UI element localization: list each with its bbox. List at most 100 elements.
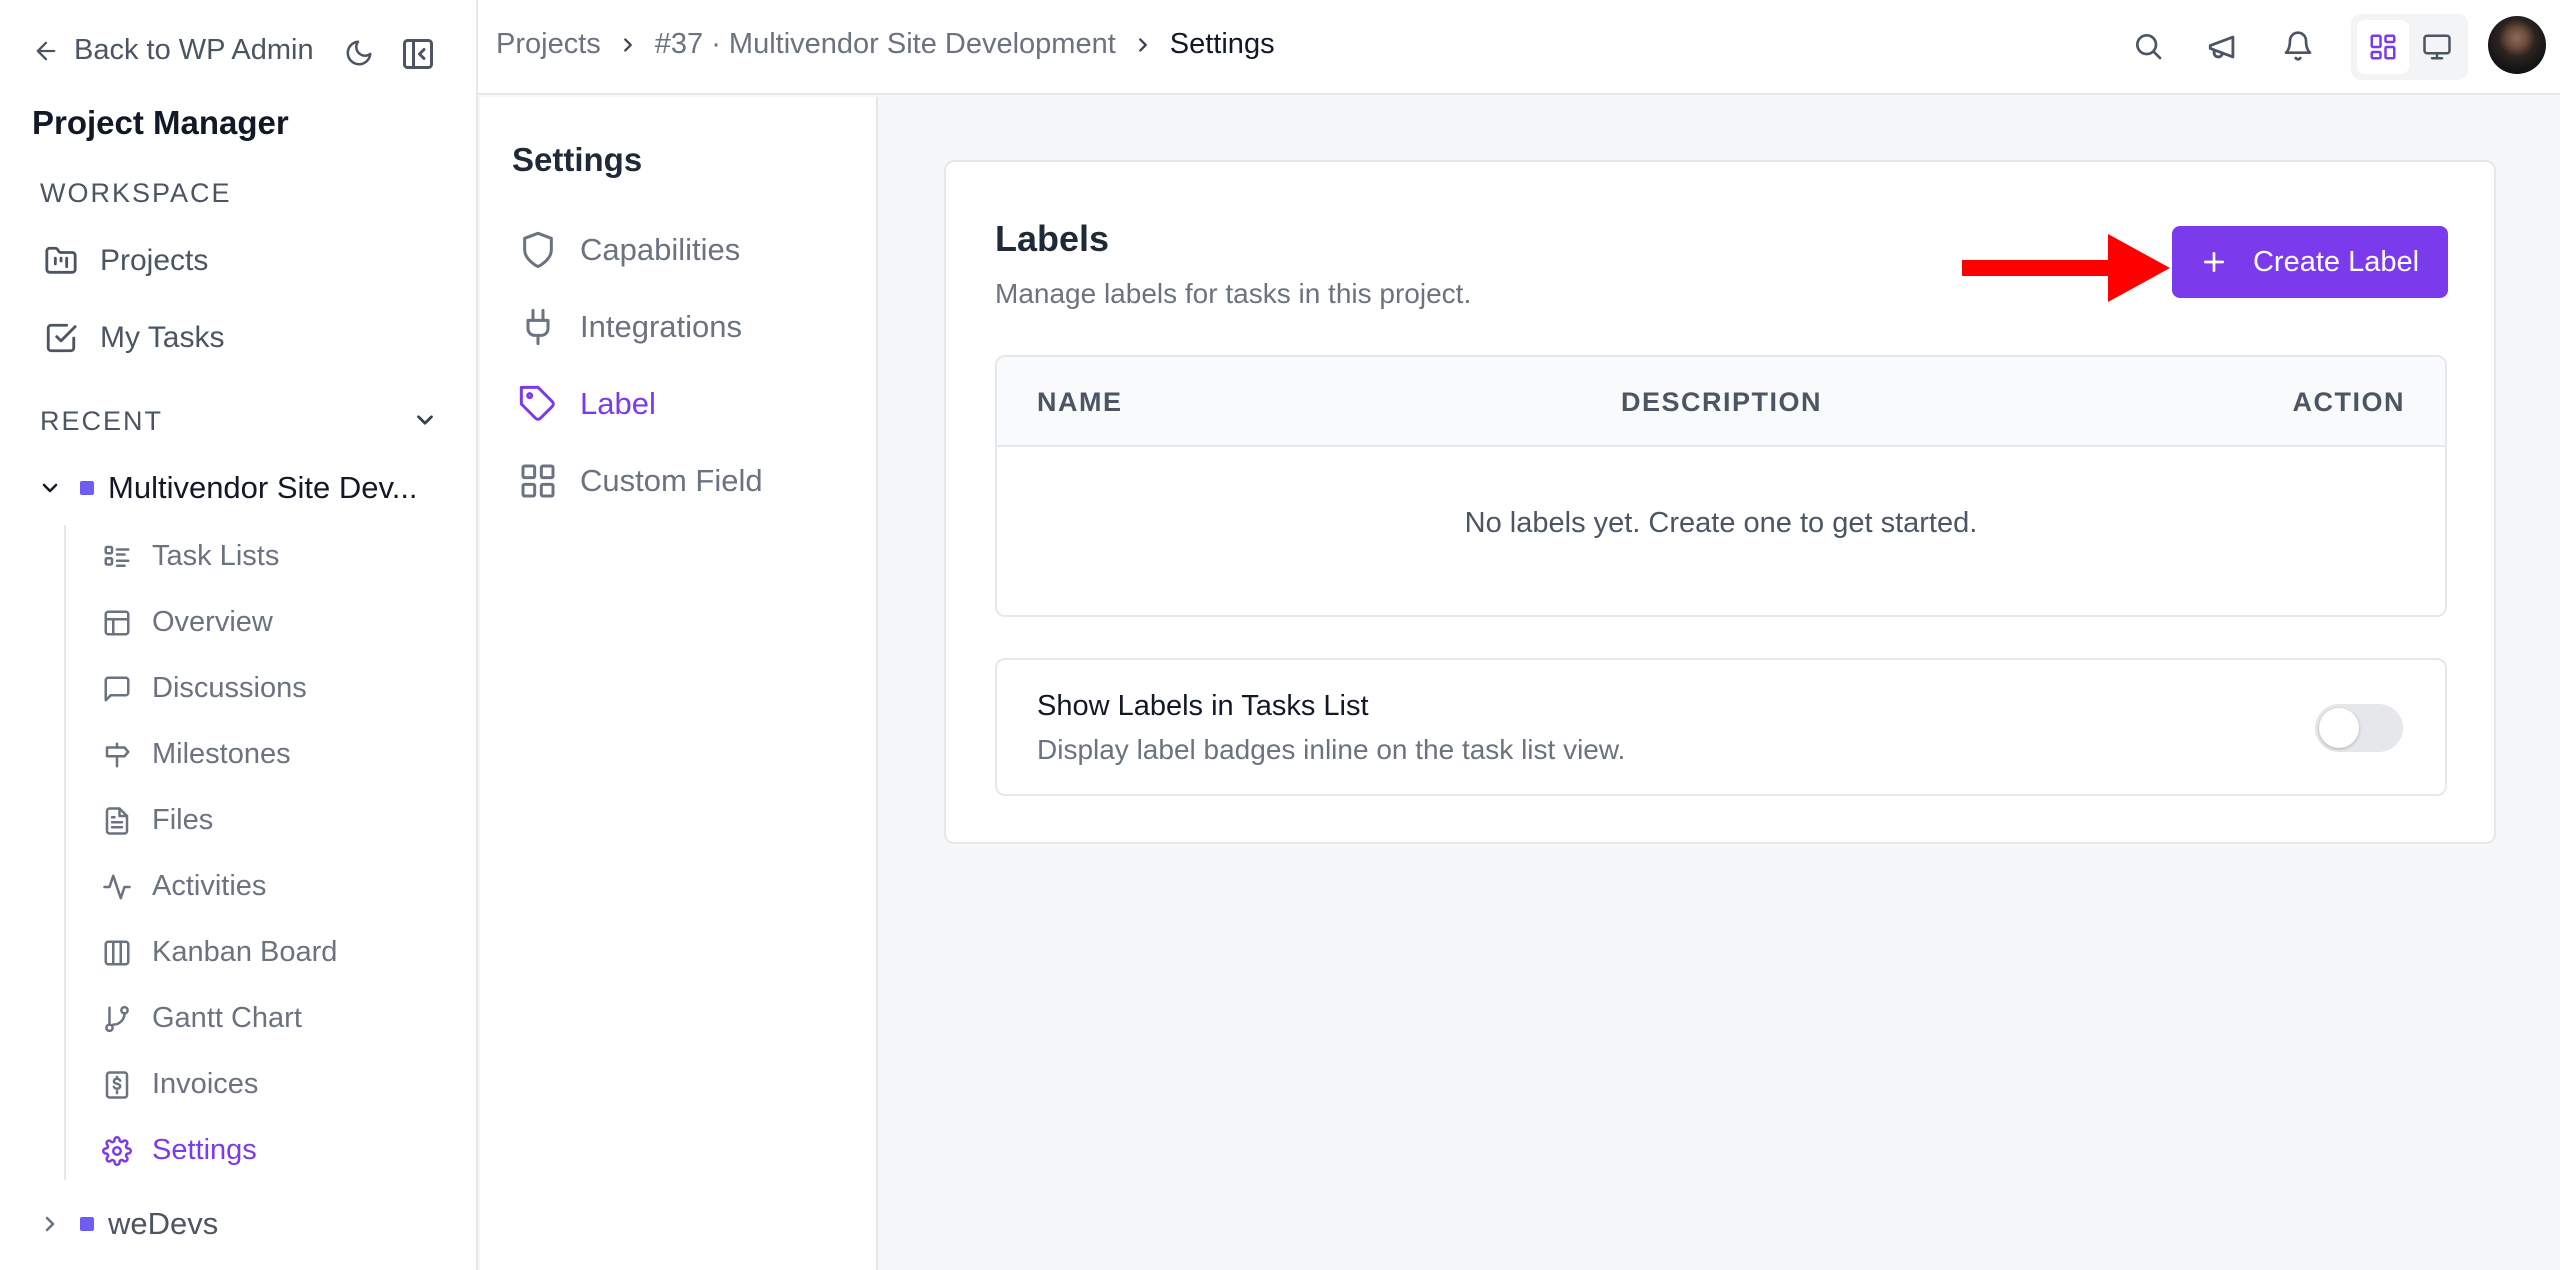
project-color-dot <box>80 481 94 495</box>
labels-subtitle: Manage labels for tasks in this project. <box>995 278 1472 309</box>
settings-item-custom-field[interactable]: Custom Field <box>518 461 763 501</box>
plus-icon <box>2203 251 2224 273</box>
grid-icon <box>521 464 555 498</box>
bell-icon[interactable] <box>2282 30 2314 62</box>
chevron-right-icon <box>1132 34 1154 56</box>
back-label: Back to WP Admin <box>74 34 314 66</box>
layout-grid-icon <box>2370 34 2396 60</box>
recent-project-wedevs[interactable]: weDevs <box>38 1206 218 1242</box>
dashboard-view-button[interactable] <box>2357 20 2409 74</box>
sidebar: Back to WP Admin Project Manager WORKSPA… <box>0 0 478 1270</box>
top-bar: Projects #37 · Multivendor Site Developm… <box>478 0 2560 95</box>
table-header: NAME DESCRIPTION ACTION <box>997 357 2445 447</box>
collapse-sidebar-icon[interactable] <box>400 36 436 72</box>
workspace-section-label: WORKSPACE <box>40 178 232 208</box>
columns-icon <box>104 940 130 965</box>
project-item-label: Activities <box>152 870 267 902</box>
show-labels-title: Show Labels in Tasks List <box>1037 690 1369 722</box>
project-item-invoices[interactable]: Invoices <box>102 1068 258 1101</box>
project-item-label: Kanban Board <box>152 936 338 968</box>
labels-title: Labels <box>995 218 1110 259</box>
project-item-label: Milestones <box>152 738 291 770</box>
project-item-milestones[interactable]: Milestones <box>102 738 291 771</box>
settings-item-capabilities[interactable]: Capabilities <box>518 230 740 270</box>
shield-icon <box>523 231 553 269</box>
megaphone-icon[interactable] <box>2206 30 2240 64</box>
show-labels-description: Display label badges inline on the task … <box>1037 734 1626 765</box>
project-color-dot <box>80 1217 94 1231</box>
back-to-wp-admin-link[interactable]: Back to WP Admin <box>32 34 314 67</box>
signpost-icon <box>105 742 130 767</box>
sidebar-item-label: Projects <box>100 244 209 277</box>
show-labels-toggle[interactable] <box>2315 704 2403 752</box>
moon-icon[interactable] <box>344 38 374 68</box>
settings-item-integrations[interactable]: Integrations <box>518 307 742 347</box>
settings-item-label[interactable]: Label <box>518 384 656 424</box>
tree-line <box>64 525 66 1180</box>
project-item-label: Files <box>152 804 214 836</box>
message-icon <box>104 676 130 701</box>
project-item-label: Gantt Chart <box>152 1002 302 1034</box>
project-item-kanban-board[interactable]: Kanban Board <box>102 936 337 969</box>
sidebar-item-my-tasks[interactable]: My Tasks <box>44 321 224 355</box>
project-item-files[interactable]: Files <box>102 804 213 837</box>
labels-table: NAME DESCRIPTION ACTION No labels yet. C… <box>995 355 2447 617</box>
search-icon[interactable] <box>2132 30 2164 62</box>
toggle-knob <box>2319 708 2359 748</box>
project-item-label: Discussions <box>152 672 307 704</box>
project-item-task-lists[interactable]: Task Lists <box>102 540 279 573</box>
breadcrumb-projects[interactable]: Projects <box>496 28 601 61</box>
folder-kanban-icon <box>45 246 77 274</box>
project-item-settings[interactable]: Settings <box>102 1134 257 1167</box>
show-labels-setting: Show Labels in Tasks List Display label … <box>995 658 2447 796</box>
chevron-right-icon <box>45 1216 55 1232</box>
sidebar-item-projects[interactable]: Projects <box>44 244 208 278</box>
breadcrumb-current: Settings <box>1169 28 1275 60</box>
chevron-right-icon <box>617 34 639 56</box>
git-branch-icon <box>105 1005 129 1032</box>
list-icon <box>104 545 130 567</box>
breadcrumb: Projects #37 · Multivendor Site Developm… <box>496 28 1275 61</box>
receipt-icon <box>105 1070 129 1099</box>
gear-icon <box>102 1135 132 1166</box>
monitor-view-button[interactable] <box>2411 20 2463 74</box>
settings-item-label: Integrations <box>580 309 742 344</box>
project-item-activities[interactable]: Activities <box>102 870 266 903</box>
project-item-discussions[interactable]: Discussions <box>102 672 307 705</box>
create-label-button[interactable]: Create Label <box>2172 226 2448 298</box>
column-header-name: NAME <box>1037 387 1123 417</box>
project-name: Multivendor Site Dev... <box>108 470 418 505</box>
project-item-overview[interactable]: Overview <box>102 606 273 639</box>
arrow-left-icon <box>36 41 56 60</box>
settings-item-label: Capabilities <box>580 232 741 267</box>
monitor-icon <box>2423 34 2451 60</box>
avatar[interactable] <box>2488 16 2546 74</box>
project-name: weDevs <box>108 1206 219 1241</box>
project-item-gantt-chart[interactable]: Gantt Chart <box>102 1002 302 1035</box>
sidebar-item-label: My Tasks <box>100 321 225 354</box>
project-item-label: Invoices <box>152 1068 259 1100</box>
recent-section-label: RECENT <box>40 406 164 436</box>
view-toggle <box>2351 14 2468 80</box>
project-item-label: Overview <box>152 606 273 638</box>
chevron-down-icon[interactable] <box>412 407 438 433</box>
settings-item-label: Custom Field <box>580 463 763 498</box>
annotation-arrow <box>1958 228 2174 308</box>
layout-icon <box>104 610 130 635</box>
project-item-label: Settings <box>152 1134 257 1166</box>
check-square-icon <box>46 323 77 353</box>
chevron-down-icon <box>42 483 58 493</box>
plug-icon <box>526 308 550 346</box>
settings-item-label-text: Label <box>580 386 656 421</box>
empty-state-text: No labels yet. Create one to get started… <box>1464 507 1978 539</box>
column-header-description: DESCRIPTION <box>1621 387 1823 417</box>
file-icon <box>105 806 129 835</box>
settings-nav: Settings Capabilities Integrations Label… <box>480 97 878 1270</box>
project-item-label: Task Lists <box>152 540 280 572</box>
tag-icon <box>519 385 555 421</box>
settings-nav-title: Settings <box>512 141 643 178</box>
recent-project-multivendor[interactable]: Multivendor Site Dev... <box>38 470 418 506</box>
activity-icon <box>103 874 131 899</box>
app-title: Project Manager <box>32 104 289 141</box>
breadcrumb-project[interactable]: #37 · Multivendor Site Development <box>655 28 1116 61</box>
